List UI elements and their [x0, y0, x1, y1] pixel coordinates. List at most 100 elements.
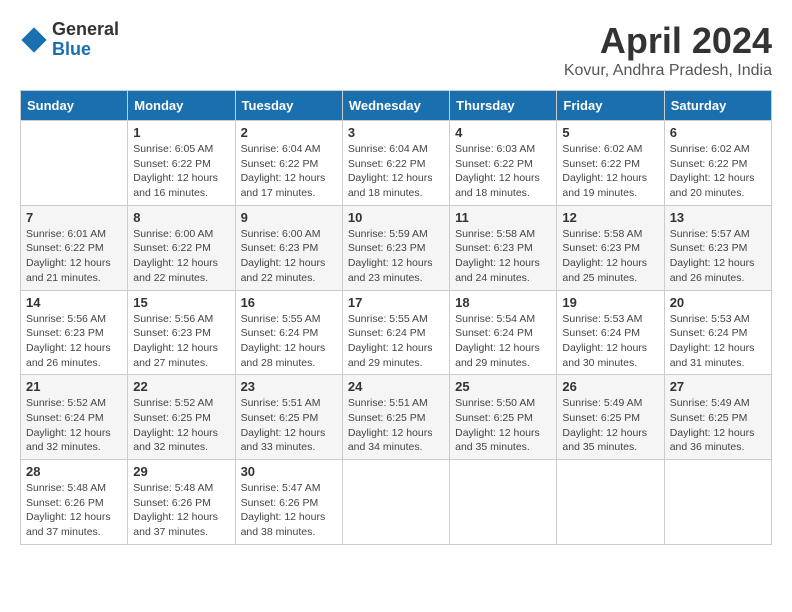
day-info: Sunrise: 6:05 AM Sunset: 6:22 PM Dayligh… — [133, 142, 229, 201]
day-number: 14 — [26, 295, 122, 310]
calendar-cell: 20 Sunrise: 5:53 AM Sunset: 6:24 PM Dayli… — [664, 290, 771, 375]
calendar-cell: 3Sunrise: 6:04 AM Sunset: 6:22 PM Daylig… — [342, 121, 449, 206]
day-number: 10 — [348, 210, 444, 225]
day-info: Sunrise: 5:47 AM Sunset: 6:26 PM Dayligh… — [241, 481, 337, 540]
day-info: Sunrise: 5:55 AM Sunset: 6:24 PM Dayligh… — [348, 312, 444, 371]
calendar-cell: 30 Sunrise: 5:47 AM Sunset: 6:26 PM Dayli… — [235, 460, 342, 545]
day-number: 7 — [26, 210, 122, 225]
logo-text: General Blue — [52, 20, 119, 60]
location: Kovur, Andhra Pradesh, India — [564, 62, 772, 80]
calendar-cell: 29 Sunrise: 5:48 AM Sunset: 6:26 PM Dayli… — [128, 460, 235, 545]
day-header: Sunday — [21, 91, 128, 121]
day-info: Sunrise: 5:51 AM Sunset: 6:25 PM Dayligh… — [241, 396, 337, 455]
calendar-cell — [342, 460, 449, 545]
day-info: Sunrise: 5:57 AM Sunset: 6:23 PM Dayligh… — [670, 227, 766, 286]
calendar-cell — [450, 460, 557, 545]
calendar-cell: 23 Sunrise: 5:51 AM Sunset: 6:25 PM Dayli… — [235, 375, 342, 460]
day-info: Sunrise: 6:04 AM Sunset: 6:22 PM Dayligh… — [348, 142, 444, 201]
title-area: April 2024 Kovur, Andhra Pradesh, India — [564, 20, 772, 80]
day-number: 5 — [562, 125, 658, 140]
calendar-cell: 17 Sunrise: 5:55 AM Sunset: 6:24 PM Dayli… — [342, 290, 449, 375]
calendar-week: 1Sunrise: 6:05 AM Sunset: 6:22 PM Daylig… — [21, 121, 772, 206]
calendar-week: 28Sunrise: 5:48 AM Sunset: 6:26 PM Dayli… — [21, 460, 772, 545]
calendar-cell: 4 Sunrise: 6:03 AM Sunset: 6:22 PM Daylig… — [450, 121, 557, 206]
day-number: 27 — [670, 379, 766, 394]
logo: General Blue — [20, 20, 119, 60]
day-header: Friday — [557, 91, 664, 121]
day-number: 22 — [133, 379, 229, 394]
month-title: April 2024 — [564, 20, 772, 62]
day-info: Sunrise: 5:48 AM Sunset: 6:26 PM Dayligh… — [133, 481, 229, 540]
day-header: Wednesday — [342, 91, 449, 121]
day-header: Tuesday — [235, 91, 342, 121]
day-number: 20 — [670, 295, 766, 310]
day-number: 19 — [562, 295, 658, 310]
day-number: 11 — [455, 210, 551, 225]
calendar-cell: 25 Sunrise: 5:50 AM Sunset: 6:25 PM Dayli… — [450, 375, 557, 460]
calendar-cell: 14 Sunrise: 5:56 AM Sunset: 6:23 PM Dayli… — [21, 290, 128, 375]
calendar-cell: 12Sunrise: 5:58 AM Sunset: 6:23 PM Dayli… — [557, 205, 664, 290]
calendar-cell: 18Sunrise: 5:54 AM Sunset: 6:24 PM Dayli… — [450, 290, 557, 375]
calendar-cell: 1Sunrise: 6:05 AM Sunset: 6:22 PM Daylig… — [128, 121, 235, 206]
day-header: Thursday — [450, 91, 557, 121]
calendar-cell: 6Sunrise: 6:02 AM Sunset: 6:22 PM Daylig… — [664, 121, 771, 206]
calendar-cell: 7Sunrise: 6:01 AM Sunset: 6:22 PM Daylig… — [21, 205, 128, 290]
calendar-cell: 16Sunrise: 5:55 AM Sunset: 6:24 PM Dayli… — [235, 290, 342, 375]
calendar-cell: 22 Sunrise: 5:52 AM Sunset: 6:25 PM Dayli… — [128, 375, 235, 460]
day-number: 23 — [241, 379, 337, 394]
calendar-cell: 2Sunrise: 6:04 AM Sunset: 6:22 PM Daylig… — [235, 121, 342, 206]
day-number: 24 — [348, 379, 444, 394]
calendar-cell: 15Sunrise: 5:56 AM Sunset: 6:23 PM Dayli… — [128, 290, 235, 375]
day-number: 26 — [562, 379, 658, 394]
calendar-cell: 27 Sunrise: 5:49 AM Sunset: 6:25 PM Dayli… — [664, 375, 771, 460]
calendar-cell — [21, 121, 128, 206]
day-info: Sunrise: 5:49 AM Sunset: 6:25 PM Dayligh… — [670, 396, 766, 455]
day-info: Sunrise: 5:53 AM Sunset: 6:24 PM Dayligh… — [670, 312, 766, 371]
day-info: Sunrise: 6:00 AM Sunset: 6:22 PM Dayligh… — [133, 227, 229, 286]
calendar-cell: 24Sunrise: 5:51 AM Sunset: 6:25 PM Dayli… — [342, 375, 449, 460]
day-info: Sunrise: 5:59 AM Sunset: 6:23 PM Dayligh… — [348, 227, 444, 286]
day-number: 21 — [26, 379, 122, 394]
calendar-week: 21 Sunrise: 5:52 AM Sunset: 6:24 PM Dayli… — [21, 375, 772, 460]
day-number: 9 — [241, 210, 337, 225]
day-number: 25 — [455, 379, 551, 394]
day-number: 13 — [670, 210, 766, 225]
day-number: 17 — [348, 295, 444, 310]
day-info: Sunrise: 6:02 AM Sunset: 6:22 PM Dayligh… — [562, 142, 658, 201]
day-info: Sunrise: 6:04 AM Sunset: 6:22 PM Dayligh… — [241, 142, 337, 201]
day-number: 8 — [133, 210, 229, 225]
day-info: Sunrise: 5:52 AM Sunset: 6:24 PM Dayligh… — [26, 396, 122, 455]
calendar-table: SundayMondayTuesdayWednesdayThursdayFrid… — [20, 90, 772, 545]
day-number: 12 — [562, 210, 658, 225]
day-info: Sunrise: 5:58 AM Sunset: 6:23 PM Dayligh… — [455, 227, 551, 286]
day-info: Sunrise: 5:49 AM Sunset: 6:25 PM Dayligh… — [562, 396, 658, 455]
calendar-cell — [664, 460, 771, 545]
logo-icon — [20, 26, 48, 54]
day-number: 4 — [455, 125, 551, 140]
day-info: Sunrise: 5:50 AM Sunset: 6:25 PM Dayligh… — [455, 396, 551, 455]
days-row: SundayMondayTuesdayWednesdayThursdayFrid… — [21, 91, 772, 121]
day-info: Sunrise: 6:00 AM Sunset: 6:23 PM Dayligh… — [241, 227, 337, 286]
day-number: 29 — [133, 464, 229, 479]
calendar-cell: 10 Sunrise: 5:59 AM Sunset: 6:23 PM Dayli… — [342, 205, 449, 290]
calendar-week: 14 Sunrise: 5:56 AM Sunset: 6:23 PM Dayli… — [21, 290, 772, 375]
day-number: 18 — [455, 295, 551, 310]
calendar-header: SundayMondayTuesdayWednesdayThursdayFrid… — [21, 91, 772, 121]
day-number: 30 — [241, 464, 337, 479]
calendar-week: 7Sunrise: 6:01 AM Sunset: 6:22 PM Daylig… — [21, 205, 772, 290]
day-info: Sunrise: 5:48 AM Sunset: 6:26 PM Dayligh… — [26, 481, 122, 540]
day-info: Sunrise: 5:52 AM Sunset: 6:25 PM Dayligh… — [133, 396, 229, 455]
calendar-body: 1Sunrise: 6:05 AM Sunset: 6:22 PM Daylig… — [21, 121, 772, 545]
day-info: Sunrise: 5:53 AM Sunset: 6:24 PM Dayligh… — [562, 312, 658, 371]
logo-blue: Blue — [52, 40, 119, 60]
calendar-cell: 5 Sunrise: 6:02 AM Sunset: 6:22 PM Daylig… — [557, 121, 664, 206]
day-number: 15 — [133, 295, 229, 310]
calendar-cell: 28Sunrise: 5:48 AM Sunset: 6:26 PM Dayli… — [21, 460, 128, 545]
logo-general: General — [52, 20, 119, 40]
calendar-cell: 8 Sunrise: 6:00 AM Sunset: 6:22 PM Daylig… — [128, 205, 235, 290]
day-info: Sunrise: 6:03 AM Sunset: 6:22 PM Dayligh… — [455, 142, 551, 201]
day-info: Sunrise: 5:56 AM Sunset: 6:23 PM Dayligh… — [26, 312, 122, 371]
calendar-cell: 26 Sunrise: 5:49 AM Sunset: 6:25 PM Dayli… — [557, 375, 664, 460]
day-info: Sunrise: 5:55 AM Sunset: 6:24 PM Dayligh… — [241, 312, 337, 371]
day-header: Saturday — [664, 91, 771, 121]
